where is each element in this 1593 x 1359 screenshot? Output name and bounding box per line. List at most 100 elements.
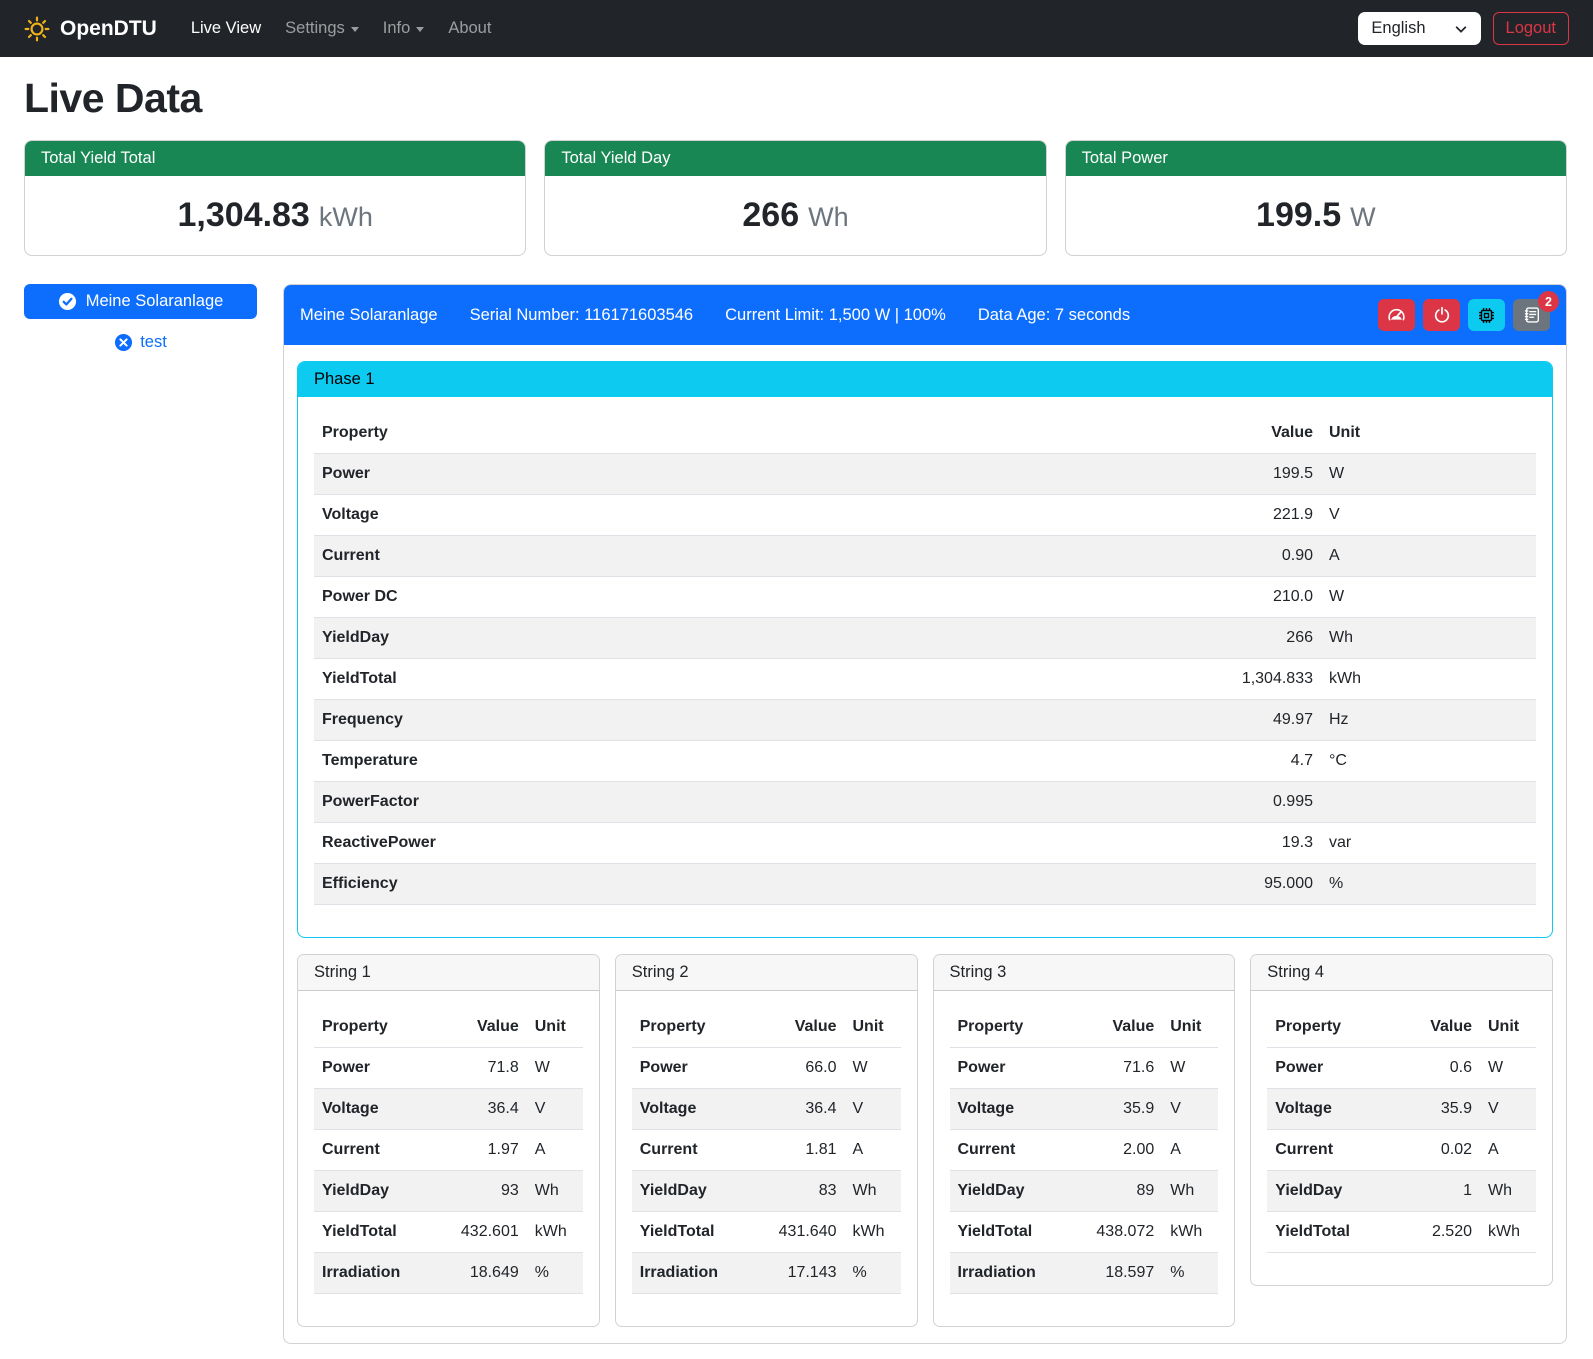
property-cell: Voltage — [314, 495, 916, 536]
summary-card-total-power: Total Power 199.5W — [1065, 140, 1567, 256]
value-cell: 36.4 — [435, 1089, 527, 1130]
unit-cell: Wh — [527, 1171, 583, 1212]
value-cell: 266 — [916, 618, 1321, 659]
value-cell: 66.0 — [753, 1048, 845, 1089]
inverter-select-label: Meine Solaranlage — [86, 292, 224, 311]
unit-cell: W — [1321, 454, 1536, 495]
value-cell: 95.000 — [916, 864, 1321, 905]
event-log-button[interactable]: 2 — [1513, 299, 1550, 331]
limit-settings-button[interactable] — [1378, 299, 1415, 331]
property-cell: Irradiation — [950, 1253, 1071, 1294]
table-row: Voltage35.9V — [1267, 1089, 1536, 1130]
table-row: YieldTotal431.640kWh — [632, 1212, 901, 1253]
value-cell: 1.81 — [753, 1130, 845, 1171]
nav-links: Live View Settings Info About — [179, 11, 504, 46]
nav-link-settings[interactable]: Settings — [277, 11, 367, 46]
summary-value: 199.5 — [1256, 196, 1341, 234]
property-cell: YieldDay — [314, 1171, 435, 1212]
inverter-select-button[interactable]: Meine Solaranlage — [24, 284, 257, 319]
unit-cell: W — [1321, 577, 1536, 618]
inverter-item-test[interactable]: test — [24, 333, 257, 352]
language-select[interactable]: English — [1358, 12, 1480, 45]
value-cell: 1,304.833 — [916, 659, 1321, 700]
property-cell: Power — [314, 454, 916, 495]
summary-card-body: 1,304.83kWh — [25, 176, 525, 255]
property-cell: Power — [314, 1048, 435, 1089]
property-cell: Voltage — [1267, 1089, 1388, 1130]
unit-cell: V — [527, 1089, 583, 1130]
unit-cell: kWh — [1480, 1212, 1536, 1253]
navbar-right: English Logout — [1358, 12, 1569, 45]
property-cell: Power — [1267, 1048, 1388, 1089]
string-table: Property Value Unit Power71.8WVoltage36.… — [314, 1007, 583, 1294]
value-cell: 35.9 — [1070, 1089, 1162, 1130]
unit-cell: Wh — [845, 1171, 901, 1212]
value-cell: 83 — [753, 1171, 845, 1212]
summary-unit: Wh — [808, 202, 849, 232]
app-brand[interactable]: OpenDTU — [24, 16, 157, 42]
language-value: English — [1371, 19, 1425, 38]
property-cell: Frequency — [314, 700, 916, 741]
inverter-serial: Serial Number: 116171603546 — [470, 306, 694, 325]
table-row: Voltage221.9V — [314, 495, 1536, 536]
string-card-title: String 1 — [298, 955, 599, 991]
column-header: Unit — [527, 1007, 583, 1048]
device-info-button[interactable] — [1468, 299, 1505, 331]
column-header: Value — [916, 413, 1321, 454]
unit-cell: A — [845, 1130, 901, 1171]
unit-cell: A — [1480, 1130, 1536, 1171]
unit-cell: W — [1162, 1048, 1218, 1089]
table-row: Irradiation18.597% — [950, 1253, 1219, 1294]
unit-cell: A — [1162, 1130, 1218, 1171]
strings-row: String 1 Property Value Unit — [297, 954, 1553, 1327]
summary-unit: W — [1350, 202, 1375, 232]
column-header: Property — [632, 1007, 753, 1048]
value-cell: 432.601 — [435, 1212, 527, 1253]
unit-cell: kWh — [1321, 659, 1536, 700]
phase-panel-body: Property Value Unit Power199.5WVoltage22… — [298, 397, 1552, 937]
power-icon — [1433, 306, 1451, 324]
string-table: Property Value Unit Power66.0WVoltage36.… — [632, 1007, 901, 1294]
nav-link-info[interactable]: Info — [375, 11, 433, 46]
value-cell: 4.7 — [916, 741, 1321, 782]
property-cell: Voltage — [632, 1089, 753, 1130]
power-control-button[interactable] — [1423, 299, 1460, 331]
table-header-row: Property Value Unit — [314, 1007, 583, 1048]
table-row: Current1.97A — [314, 1130, 583, 1171]
column-header: Unit — [1321, 413, 1536, 454]
string-card-4: String 4 Property Value Unit — [1250, 954, 1553, 1286]
summary-value: 1,304.83 — [177, 196, 309, 234]
value-cell: 210.0 — [916, 577, 1321, 618]
unit-cell: kWh — [845, 1212, 901, 1253]
phase-panel: Phase 1 Property Value Unit Power199.5WV… — [297, 361, 1553, 938]
top-navbar: OpenDTU Live View Settings Info About En… — [0, 0, 1593, 57]
unit-cell: Wh — [1162, 1171, 1218, 1212]
inverter-card-header: Meine Solaranlage Serial Number: 1161716… — [284, 285, 1566, 345]
logout-button[interactable]: Logout — [1493, 12, 1569, 45]
nav-link-live-view[interactable]: Live View — [183, 11, 269, 46]
unit-cell: V — [1321, 495, 1536, 536]
property-cell: Current — [314, 536, 916, 577]
event-count-badge: 2 — [1538, 291, 1559, 312]
summary-card-total-yield-day: Total Yield Day 266Wh — [544, 140, 1046, 256]
table-row: Irradiation17.143% — [632, 1253, 901, 1294]
summary-card-body: 266Wh — [545, 176, 1045, 255]
table-row: Power71.6W — [950, 1048, 1219, 1089]
inverter-item-label: test — [140, 333, 167, 352]
inverter-actions: 2 — [1378, 299, 1550, 331]
table-row: YieldTotal2.520kWh — [1267, 1212, 1536, 1253]
table-header-row: Property Value Unit — [632, 1007, 901, 1048]
string-card-body: Property Value Unit Power71.8WVoltage36.… — [298, 991, 599, 1326]
property-cell: Irradiation — [632, 1253, 753, 1294]
table-row: Voltage36.4V — [314, 1089, 583, 1130]
table-row: Current1.81A — [632, 1130, 901, 1171]
nav-link-about[interactable]: About — [440, 11, 499, 46]
string-card-title: String 4 — [1251, 955, 1552, 991]
table-row: YieldTotal1,304.833kWh — [314, 659, 1536, 700]
value-cell: 2.00 — [1070, 1130, 1162, 1171]
string-card-1: String 1 Property Value Unit — [297, 954, 600, 1327]
unit-cell: A — [527, 1130, 583, 1171]
string-card-title: String 3 — [934, 955, 1235, 991]
value-cell: 221.9 — [916, 495, 1321, 536]
property-cell: YieldDay — [1267, 1171, 1388, 1212]
